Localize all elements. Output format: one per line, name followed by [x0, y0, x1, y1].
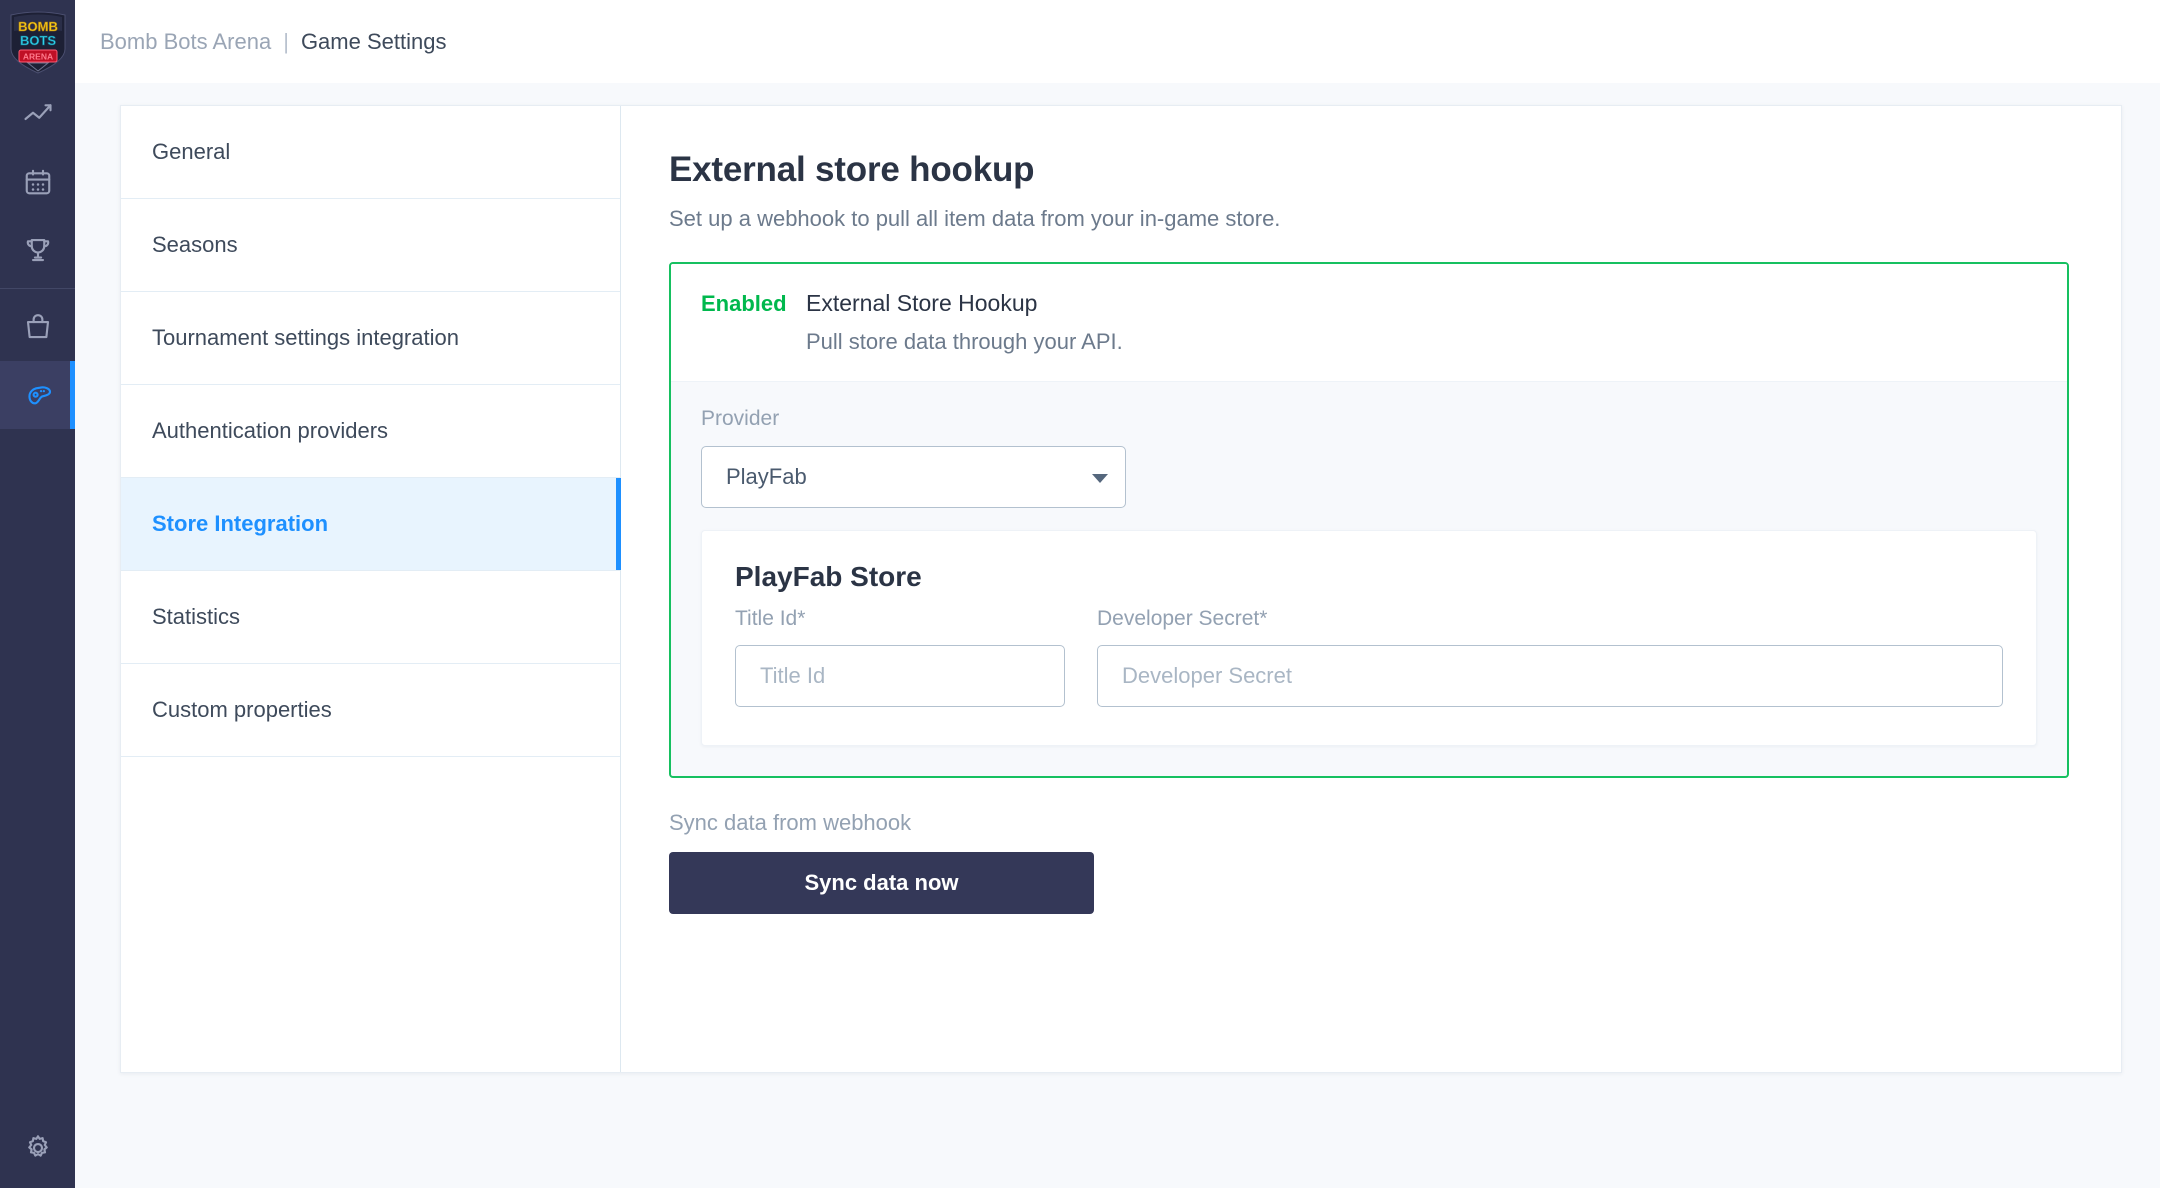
- settings-panel: General Seasons Tournament settings inte…: [120, 105, 2122, 1073]
- hookup-card-body: Provider PlayFab PlayFab Store Title Id*: [671, 382, 2067, 776]
- settings-content: External store hookup Set up a webhook t…: [621, 106, 2121, 1072]
- settings-menu-label: Seasons: [152, 232, 238, 257]
- primary-icon-rail: BOMB BOTS ARENA: [0, 0, 75, 1188]
- title-id-input[interactable]: [735, 645, 1065, 707]
- settings-menu-item-store-integration[interactable]: Store Integration: [121, 478, 621, 571]
- hookup-card-header-text: External Store Hookup Pull store data th…: [806, 290, 1123, 355]
- calendar-icon: [25, 169, 50, 195]
- title-id-field-group: Title Id*: [735, 607, 1065, 707]
- breadcrumb-current: Game Settings: [300, 28, 447, 54]
- breadcrumb: Bomb Bots Arena | Game Settings: [75, 0, 2160, 83]
- rail-divider: [0, 288, 75, 289]
- hookup-card-subtitle: Pull store data through your API.: [806, 329, 1123, 354]
- settings-menu: General Seasons Tournament settings inte…: [121, 106, 621, 1072]
- sidebar-item-tournaments[interactable]: [0, 216, 75, 284]
- playfab-store-fields: Title Id* Developer Secret*: [735, 607, 2003, 707]
- chevron-down-icon: [1092, 474, 1108, 483]
- shopping-bag-icon: [26, 314, 49, 339]
- developer-secret-input[interactable]: [1097, 645, 2003, 707]
- provider-select[interactable]: PlayFab: [701, 446, 1126, 508]
- sidebar-item-store[interactable]: [0, 293, 75, 361]
- svg-text:BOMB: BOMB: [18, 19, 58, 34]
- settings-menu-label: General: [152, 139, 231, 164]
- sidebar-item-settings[interactable]: [0, 1108, 75, 1188]
- main-region: Bomb Bots Arena | Game Settings General …: [75, 0, 2160, 1188]
- settings-menu-item-seasons[interactable]: Seasons: [121, 199, 620, 292]
- page-body: General Seasons Tournament settings inte…: [75, 83, 2160, 1188]
- hookup-card-header: Enabled External Store Hookup Pull store…: [671, 264, 2067, 382]
- developer-secret-label: Developer Secret*: [1097, 607, 1268, 630]
- sidebar-item-calendar[interactable]: [0, 148, 75, 216]
- settings-menu-label: Authentication providers: [152, 418, 389, 443]
- settings-menu-label: Statistics: [152, 604, 241, 629]
- gear-settings-icon: [27, 1135, 48, 1157]
- svg-text:ARENA: ARENA: [22, 52, 52, 62]
- page-title: External store hookup: [669, 150, 1035, 189]
- developer-secret-field-group: Developer Secret*: [1097, 607, 2003, 707]
- trophy-icon: [26, 238, 49, 262]
- playfab-store-title: PlayFab Store: [735, 561, 922, 592]
- page-subtitle: Set up a webhook to pull all item data f…: [669, 206, 1281, 231]
- settings-menu-label: Custom properties: [152, 697, 332, 722]
- bomb-bots-arena-logo-icon: BOMB BOTS ARENA: [10, 11, 65, 74]
- breadcrumb-separator: |: [283, 28, 289, 54]
- sidebar-item-game-settings[interactable]: [0, 361, 75, 429]
- settings-menu-item-authentication-providers[interactable]: Authentication providers: [121, 385, 620, 478]
- analytics-line-chart-icon: [23, 104, 52, 121]
- provider-label: Provider: [701, 407, 780, 430]
- external-store-hookup-card: Enabled External Store Hookup Pull store…: [669, 262, 2069, 778]
- app-logo[interactable]: BOMB BOTS ARENA: [0, 0, 75, 80]
- gamepad-icon: [27, 386, 51, 405]
- sync-section-label: Sync data from webhook: [669, 810, 912, 835]
- hookup-card-title: External Store Hookup: [806, 290, 1038, 316]
- svg-text:BOTS: BOTS: [19, 33, 55, 48]
- settings-menu-item-tournament-settings-integration[interactable]: Tournament settings integration: [121, 292, 620, 385]
- title-id-label: Title Id*: [735, 607, 806, 630]
- sync-data-now-button[interactable]: Sync data now: [669, 852, 1094, 914]
- breadcrumb-project[interactable]: Bomb Bots Arena: [100, 29, 271, 55]
- settings-menu-label: Store Integration: [152, 511, 329, 536]
- settings-menu-item-statistics[interactable]: Statistics: [121, 571, 620, 664]
- sidebar-item-analytics[interactable]: [0, 80, 75, 148]
- app-root: BOMB BOTS ARENA Bomb Bots Arena | Game S…: [0, 0, 2160, 1188]
- settings-menu-item-general[interactable]: General: [121, 106, 620, 199]
- settings-menu-label: Tournament settings integration: [152, 325, 459, 350]
- settings-menu-item-custom-properties[interactable]: Custom properties: [121, 664, 620, 757]
- provider-select-value[interactable]: PlayFab: [701, 446, 1126, 508]
- status-badge: Enabled: [701, 291, 787, 316]
- playfab-store-card: PlayFab Store Title Id* Developer Secret…: [701, 530, 2037, 746]
